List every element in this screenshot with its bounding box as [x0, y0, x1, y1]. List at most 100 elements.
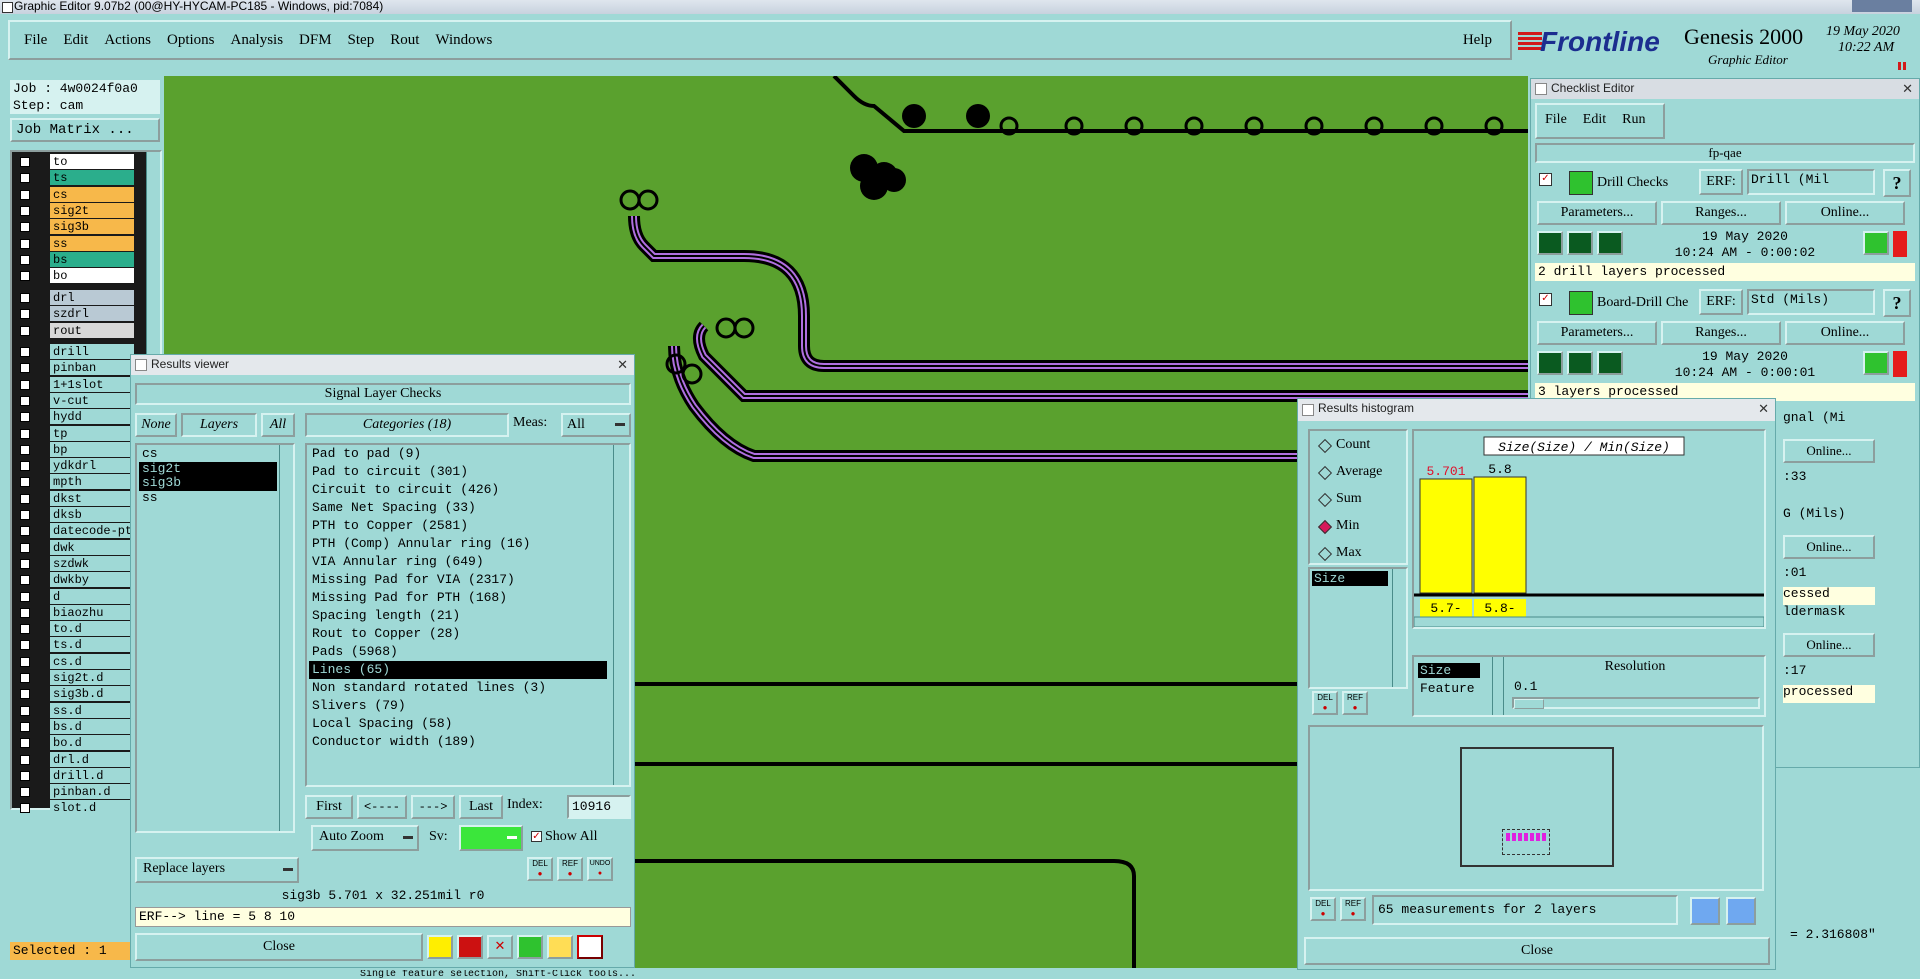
layer-name[interactable]: szdrl	[50, 306, 134, 322]
layer-checkbox[interactable]	[20, 271, 30, 282]
mode-option[interactable]: Max	[1316, 543, 1362, 563]
layer-row[interactable]: v-cut	[14, 392, 136, 409]
menu-analysis[interactable]: Analysis	[223, 22, 292, 58]
layer-name[interactable]: szdwk	[50, 555, 134, 571]
category-item[interactable]: Circuit to circuit (426)	[309, 481, 607, 499]
category-item[interactable]: Rout to Copper (28)	[309, 625, 607, 643]
mode-option[interactable]: Average	[1316, 462, 1382, 482]
checklist-menu-file[interactable]: File	[1537, 105, 1575, 135]
layer-checkbox[interactable]	[20, 656, 30, 667]
layer-row[interactable]: bs.d	[14, 718, 136, 735]
attribute-size[interactable]: Size	[1312, 571, 1388, 586]
category-item[interactable]: Pads (5968)	[309, 643, 607, 661]
erf-value[interactable]: Std (Mils)	[1747, 289, 1875, 315]
first-button[interactable]: First	[305, 795, 353, 819]
layer-name[interactable]: to.d	[50, 621, 134, 637]
layer-checkbox[interactable]	[20, 803, 30, 814]
parameters-button[interactable]: Parameters...	[1537, 201, 1657, 225]
sv-color-select[interactable]	[459, 825, 523, 851]
parameters-button[interactable]: Parameters...	[1537, 321, 1657, 345]
layer-row[interactable]: sig3b.d	[14, 686, 136, 702]
green-flag-icon[interactable]	[517, 935, 543, 959]
layer-checkbox[interactable]	[20, 542, 30, 553]
layer-row[interactable]: dwk	[14, 539, 136, 556]
layer-checkbox[interactable]	[20, 705, 30, 716]
checklist-partial-text[interactable]: Online...	[1783, 535, 1875, 559]
resolution-slider-thumb[interactable]	[1514, 699, 1544, 709]
layer-row[interactable]: bo	[14, 268, 136, 284]
layer-row[interactable]: mpth	[14, 474, 136, 490]
layer-name[interactable]: cs	[50, 186, 134, 202]
axis-scrollbar[interactable]	[1492, 657, 1504, 715]
cross-icon[interactable]: ✕	[487, 935, 513, 959]
layer-name[interactable]: drill	[50, 344, 134, 359]
menu-file[interactable]: File	[16, 22, 55, 58]
layer-name[interactable]: pinban.d	[50, 784, 134, 800]
layer-checkbox[interactable]	[20, 624, 30, 635]
layer-row[interactable]: bp	[14, 441, 136, 458]
window-controls[interactable]	[1852, 0, 1912, 12]
menu-step[interactable]: Step	[340, 22, 383, 58]
hist-ref-button[interactable]: REF ●	[1342, 691, 1368, 715]
preview-ref-button[interactable]: REF ●	[1340, 897, 1366, 921]
zoom-fit-icon[interactable]	[1690, 897, 1720, 925]
layer-row[interactable]: ts	[14, 170, 136, 186]
category-item[interactable]: VIA Annular ring (649)	[309, 553, 607, 571]
layer-row[interactable]: 1+1slot	[14, 376, 136, 393]
checklist-menu-edit[interactable]: Edit	[1575, 105, 1614, 135]
layer-name[interactable]: dwk	[50, 539, 134, 555]
results-layer-item[interactable]: cs	[139, 446, 277, 462]
results-layer-item[interactable]: sig3b	[139, 476, 277, 491]
layer-checkbox[interactable]	[20, 510, 30, 520]
zoom-result-icon[interactable]	[1863, 231, 1889, 255]
zoom-result-icon[interactable]	[1863, 351, 1889, 375]
item-checkbox[interactable]: ✓	[1539, 173, 1552, 186]
resolution-slider[interactable]	[1512, 697, 1760, 709]
layer-row[interactable]: dksb	[14, 507, 136, 523]
menu-help[interactable]: Help	[1455, 22, 1500, 58]
category-item[interactable]: Non standard rotated lines (3)	[309, 679, 607, 697]
layer-checkbox[interactable]	[20, 477, 30, 488]
ref-button[interactable]: REF ●	[557, 857, 583, 881]
checklist-partial-text[interactable]: Online...	[1783, 439, 1875, 463]
results-layer-scrollbar[interactable]	[279, 445, 293, 831]
layer-checkbox[interactable]	[20, 254, 30, 265]
category-item[interactable]: Missing Pad for VIA (2317)	[309, 571, 607, 589]
layer-name[interactable]: ts	[50, 170, 134, 186]
layer-name[interactable]: mpth	[50, 474, 134, 490]
layer-checkbox[interactable]	[20, 721, 30, 732]
layer-name[interactable]: dwkby	[50, 572, 134, 588]
layer-row[interactable]: slot.d	[14, 800, 136, 816]
category-item[interactable]: PTH to Copper (2581)	[309, 517, 607, 535]
layers-toggle-button[interactable]: Layers	[181, 413, 257, 437]
item-checkbox[interactable]: ✓	[1539, 293, 1552, 306]
results-viewer-close-button[interactable]: Close	[135, 933, 423, 961]
layer-checkbox[interactable]	[20, 173, 30, 184]
layer-row[interactable]: rout	[14, 322, 136, 339]
layer-row[interactable]: ss.d	[14, 702, 136, 719]
layer-checkbox[interactable]	[20, 309, 30, 320]
layer-checkbox[interactable]	[20, 461, 30, 472]
layer-name[interactable]: cs.d	[50, 653, 134, 669]
layer-checkbox[interactable]	[20, 738, 30, 749]
pause-icon[interactable]	[1898, 62, 1906, 70]
layer-checkbox[interactable]	[20, 428, 30, 439]
layer-checkbox[interactable]	[20, 787, 30, 798]
layer-checkbox[interactable]	[20, 607, 30, 618]
menu-dfm[interactable]: DFM	[291, 22, 340, 58]
red-flag-icon[interactable]	[457, 935, 483, 959]
layer-row[interactable]: drl	[14, 290, 136, 306]
category-item[interactable]: Pad to circuit (301)	[309, 463, 607, 481]
undo-button[interactable]: UNDO ●	[587, 857, 613, 881]
highlight-icon[interactable]	[427, 935, 453, 959]
layer-row[interactable]: drill.d	[14, 767, 136, 784]
layer-row[interactable]: to.d	[14, 621, 136, 637]
layer-row[interactable]: hydd	[14, 409, 136, 425]
layer-row[interactable]: dkst	[14, 490, 136, 507]
layer-row[interactable]: drl.d	[14, 751, 136, 768]
category-item[interactable]: PTH (Comp) Annular ring (16)	[309, 535, 607, 553]
mode-option[interactable]: Count	[1316, 435, 1370, 455]
layer-checkbox[interactable]	[20, 640, 30, 651]
layer-name[interactable]: v-cut	[50, 392, 134, 408]
layer-checkbox[interactable]	[20, 444, 30, 455]
